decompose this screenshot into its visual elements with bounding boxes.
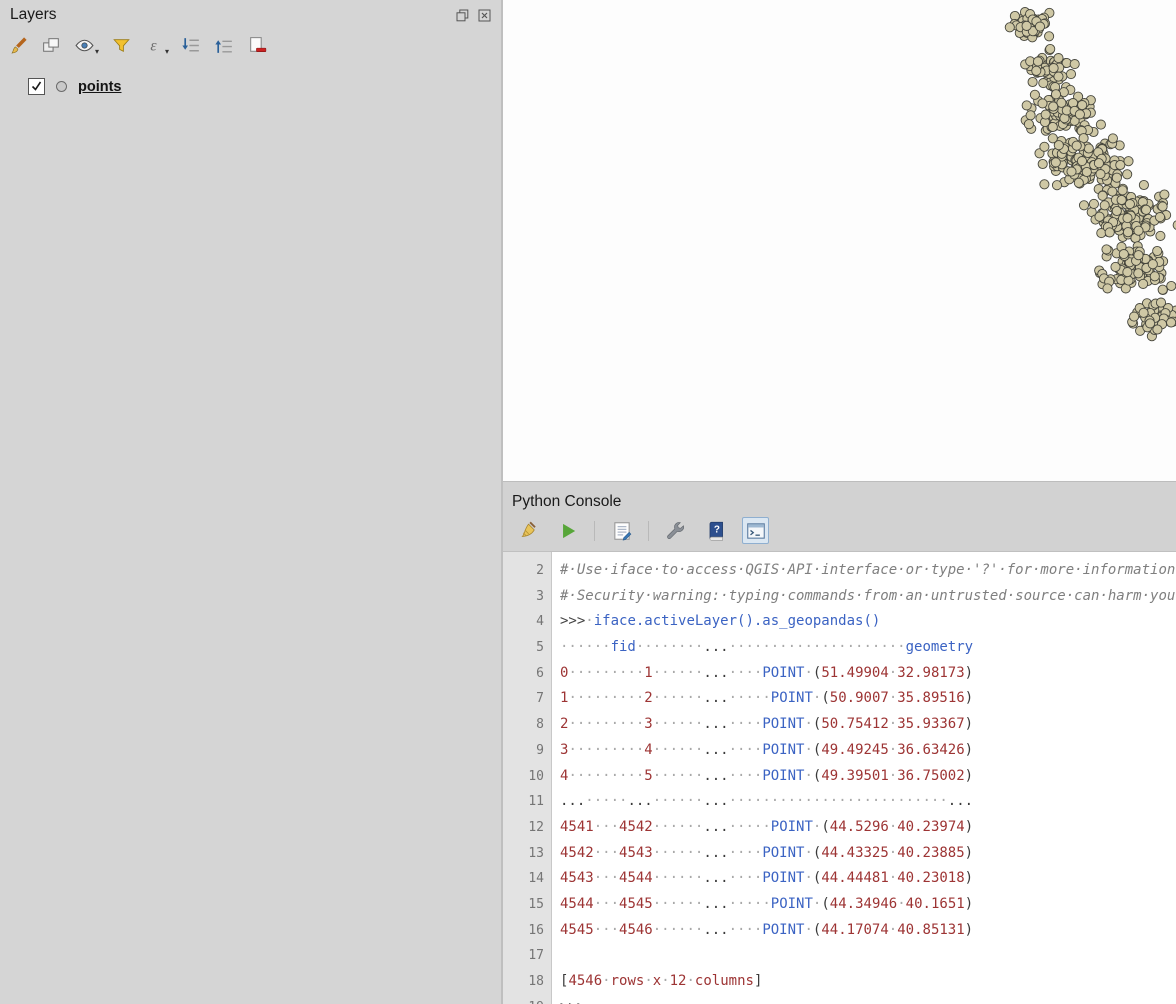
filter-by-expression-button[interactable]: ε ▾: [142, 33, 171, 58]
wrench-icon: [665, 520, 687, 542]
run-command-button[interactable]: [554, 517, 581, 544]
toolbar-separator: [648, 521, 649, 541]
python-console-panel: Python Console: [503, 482, 1176, 1004]
filter-legend-button[interactable]: [109, 33, 134, 58]
point-layer-symbol-icon: [56, 81, 67, 92]
clear-console-button[interactable]: [514, 517, 541, 544]
console-line: 164545···4546······...····POINT·(44.1707…: [503, 918, 1176, 944]
close-panel-button[interactable]: [476, 7, 493, 24]
console-lines: 2#·Use·iface·to·access·QGIS·API·interfac…: [503, 558, 1176, 1004]
remove-layer-icon: [247, 35, 268, 56]
qgis-window: Layers: [0, 0, 1176, 1004]
toolbar-separator: [594, 521, 595, 541]
paintbrush-icon: [8, 35, 29, 56]
layers-toolbar: ▾ ε ▾: [0, 26, 501, 66]
layers-panel-header: Layers: [0, 0, 501, 26]
console-line: 60·········1······...····POINT·(51.49904…: [503, 661, 1176, 687]
eye-icon: [74, 35, 95, 56]
script-editor-icon: [611, 520, 633, 542]
console-line: 4>>>·iface.activeLayer().as_geopandas(): [503, 609, 1176, 635]
expression-epsilon-icon: ε: [144, 35, 165, 56]
console-line: 71·········2······...·····POINT·(50.9007…: [503, 686, 1176, 712]
console-output[interactable]: 2#·Use·iface·to·access·QGIS·API·interfac…: [503, 551, 1176, 1004]
chevron-down-icon: ▾: [95, 46, 99, 57]
console-line: 11...·····...······...··················…: [503, 789, 1176, 815]
remove-layer-button[interactable]: [245, 33, 270, 58]
add-group-icon: [41, 35, 62, 56]
manage-map-themes-button[interactable]: ▾: [72, 33, 101, 58]
help-book-icon: ?: [705, 520, 727, 542]
expand-all-button[interactable]: [179, 33, 204, 58]
layer-visibility-checkbox[interactable]: [28, 78, 45, 95]
layers-panel: Layers: [0, 0, 503, 1004]
console-toolbar: ?: [503, 511, 1176, 551]
console-line: 124541···4542······...·····POINT·(44.529…: [503, 815, 1176, 841]
show-editor-button[interactable]: [608, 517, 635, 544]
console-line: 104·········5······...····POINT·(49.3950…: [503, 764, 1176, 790]
collapse-all-icon: [214, 35, 235, 56]
open-layer-styling-button[interactable]: [6, 33, 31, 58]
console-line: 154544···4545······...·····POINT·(44.349…: [503, 892, 1176, 918]
map-points: [503, 0, 1176, 481]
console-line: 82·········3······...····POINT·(50.75412…: [503, 712, 1176, 738]
console-line: 5······fid········...···················…: [503, 635, 1176, 661]
float-window-icon: [456, 9, 469, 22]
add-group-button[interactable]: [39, 33, 64, 58]
options-button[interactable]: [662, 517, 689, 544]
right-region: Python Console: [503, 0, 1176, 1004]
console-line: 18[4546·rows·x·12·columns]: [503, 969, 1176, 995]
chevron-down-icon: ▾: [165, 46, 169, 57]
svg-text:ε: ε: [150, 38, 157, 55]
collapse-all-button[interactable]: [212, 33, 237, 58]
layer-tree: points: [0, 66, 501, 1004]
help-button[interactable]: ?: [702, 517, 729, 544]
python-console-title: Python Console: [503, 482, 1176, 511]
console-line: 93·········4······...····POINT·(49.49245…: [503, 738, 1176, 764]
layers-panel-title: Layers: [10, 6, 449, 24]
map-canvas[interactable]: [503, 0, 1176, 482]
console-line: 2#·Use·iface·to·access·QGIS·API·interfac…: [503, 558, 1176, 584]
dock-console-button[interactable]: [742, 517, 769, 544]
broom-icon: [517, 520, 539, 542]
close-icon: [478, 9, 491, 22]
layer-label: points: [78, 79, 122, 95]
play-icon: [557, 520, 579, 542]
float-panel-button[interactable]: [454, 7, 471, 24]
expand-all-icon: [181, 35, 202, 56]
console-line: 19>>>·: [503, 995, 1176, 1004]
layer-item-points[interactable]: points: [28, 78, 501, 95]
console-window-icon: [745, 520, 767, 542]
console-line: 134542···4543······...····POINT·(44.4332…: [503, 841, 1176, 867]
check-icon: [31, 81, 42, 92]
console-line: 144543···4544······...····POINT·(44.4448…: [503, 866, 1176, 892]
svg-text:?: ?: [713, 524, 719, 535]
console-line: 17: [503, 943, 1176, 969]
funnel-filter-icon: [111, 35, 132, 56]
console-line: 3#·Security·warning:·typing·commands·fro…: [503, 584, 1176, 610]
